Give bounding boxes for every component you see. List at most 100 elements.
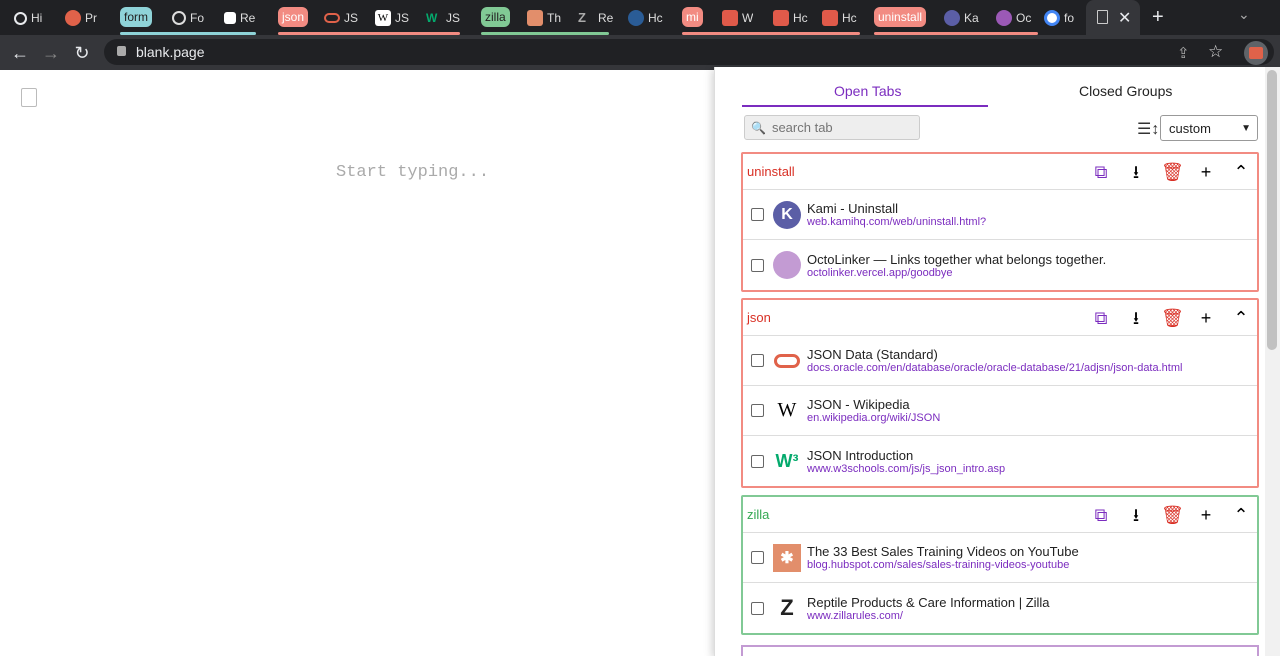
document-icon bbox=[21, 88, 37, 107]
list-item[interactable]: W³ JSON Introduction www.w3schools.com/js… bbox=[743, 436, 1257, 486]
back-button[interactable]: ← bbox=[8, 41, 32, 65]
tab-group-mi[interactable]: mi bbox=[682, 7, 703, 27]
address-bar[interactable] bbox=[104, 39, 1274, 65]
browser-tab[interactable]: W JS bbox=[426, 6, 460, 30]
tab-group-uninstall[interactable]: uninstall bbox=[874, 7, 927, 27]
open-external-icon[interactable]: ⧉ bbox=[1091, 162, 1111, 182]
add-icon[interactable]: + bbox=[1196, 162, 1216, 182]
browser-tab[interactable]: W bbox=[722, 6, 753, 30]
group-name[interactable]: uninstall bbox=[747, 164, 795, 179]
select-checkbox[interactable] bbox=[751, 404, 764, 417]
browser-tab[interactable]: W JS bbox=[375, 6, 409, 30]
add-icon[interactable]: + bbox=[1196, 505, 1216, 525]
group-name[interactable]: zilla bbox=[747, 507, 769, 522]
w3-icon: W bbox=[426, 11, 438, 25]
group-header: uninstall ⧉ ⭳ 🗑 + ⌃ bbox=[743, 154, 1257, 190]
tab-manager-popup: Open Tabs Closed Groups 🔍 ☰↕ custom▼ uni… bbox=[714, 67, 1267, 656]
group-card-uninstall: uninstall ⧉ ⭳ 🗑 + ⌃ K Kami - Uninstall we… bbox=[741, 152, 1259, 292]
kami-icon bbox=[944, 10, 960, 26]
tab-search-icon[interactable]: ⌄ bbox=[1238, 6, 1250, 23]
browser-tab[interactable]: Fo bbox=[172, 6, 204, 30]
url-text[interactable]: blank.page bbox=[136, 44, 205, 60]
select-checkbox[interactable] bbox=[751, 208, 764, 221]
zilla-icon: Z bbox=[780, 595, 794, 620]
collapse-icon[interactable]: ⌃ bbox=[1231, 308, 1251, 328]
list-item[interactable]: JSON Data (Standard) docs.oracle.com/en/d… bbox=[743, 336, 1257, 386]
item-title[interactable]: OctoLinker — Links together what belongs… bbox=[807, 252, 1106, 267]
browser-tab[interactable]: Hc bbox=[822, 6, 857, 30]
download-icon[interactable]: ⭳ bbox=[1126, 162, 1146, 182]
tab-open-tabs[interactable]: Open Tabs bbox=[834, 83, 901, 99]
download-icon[interactable]: ⭳ bbox=[1126, 505, 1146, 525]
browser-tab[interactable]: JS bbox=[324, 6, 358, 30]
delete-icon[interactable]: 🗑 bbox=[1161, 505, 1184, 525]
reload-button[interactable]: ↻ bbox=[70, 41, 94, 65]
open-external-icon[interactable]: ⧉ bbox=[1091, 505, 1111, 525]
download-icon[interactable]: ⭳ bbox=[1126, 308, 1146, 328]
item-title[interactable]: Kami - Uninstall bbox=[807, 201, 986, 216]
collapse-icon[interactable]: ⌃ bbox=[1231, 505, 1251, 525]
sort-icon[interactable]: ☰↕ bbox=[1137, 119, 1159, 139]
item-title[interactable]: JSON Data (Standard) bbox=[807, 347, 1182, 362]
tab-group-json[interactable]: json bbox=[278, 7, 309, 27]
select-checkbox[interactable] bbox=[751, 258, 764, 272]
item-title[interactable]: JSON - Wikipedia bbox=[807, 397, 940, 412]
item-url: web.kamihq.com/web/uninstall.html? bbox=[807, 216, 987, 228]
group-header: zilla ⧉ ⭳ 🗑 + ⌃ bbox=[743, 497, 1257, 533]
list-item[interactable]: K Kami - Uninstall web.kamihq.com/web/uni… bbox=[743, 190, 1257, 240]
browser-tab[interactable]: Oc bbox=[996, 6, 1031, 30]
active-tab[interactable]: ✕ bbox=[1086, 0, 1140, 35]
hubspot-icon bbox=[527, 10, 543, 26]
bookmark-star-icon[interactable]: ☆ bbox=[1208, 42, 1223, 62]
collapse-icon[interactable]: ⌃ bbox=[1231, 162, 1251, 182]
tab-group-form[interactable]: form bbox=[120, 7, 152, 27]
select-checkbox[interactable] bbox=[751, 551, 764, 564]
browser-tab[interactable]: Re bbox=[224, 6, 255, 30]
w3-icon: W³ bbox=[775, 450, 799, 471]
forward-button[interactable]: → bbox=[39, 41, 63, 65]
editor-placeholder[interactable]: Start typing... bbox=[336, 163, 489, 182]
item-title[interactable]: The 33 Best Sales Training Videos on You… bbox=[807, 544, 1079, 559]
item-title[interactable]: Reptile Products & Care Information | Zi… bbox=[807, 595, 1050, 610]
group-header: json ⧉ ⭳ 🗑 + ⌃ bbox=[743, 300, 1257, 336]
item-url: octolinker.vercel.app/goodbye bbox=[807, 266, 953, 279]
select-checkbox[interactable] bbox=[751, 454, 764, 468]
browser-tab[interactable]: Hc bbox=[628, 6, 663, 30]
close-tab-icon[interactable]: ✕ bbox=[1118, 8, 1131, 28]
browser-tab[interactable]: Th bbox=[527, 6, 561, 30]
list-item[interactable]: OctoLinker — Links together what belongs… bbox=[743, 240, 1257, 290]
item-title[interactable]: JSON Introduction bbox=[807, 448, 1005, 463]
new-tab-button[interactable]: + bbox=[1152, 6, 1164, 29]
zilla-icon: Z bbox=[578, 10, 586, 25]
list-item[interactable]: ✱ The 33 Best Sales Training Videos on Y… bbox=[743, 533, 1257, 583]
list-item[interactable]: Z Reptile Products & Care Information | … bbox=[743, 583, 1257, 633]
group-name[interactable]: json bbox=[747, 310, 771, 325]
item-url: blog.hubspot.com/sales/sales-training-vi… bbox=[807, 559, 1070, 571]
mi-icon bbox=[822, 10, 838, 26]
tab-group-zilla[interactable]: zilla bbox=[481, 7, 510, 27]
list-item[interactable]: W JSON - Wikipedia en.wikipedia.org/wiki/… bbox=[743, 386, 1257, 436]
oracle-icon bbox=[773, 347, 801, 375]
sort-select[interactable]: custom ▼ bbox=[1160, 115, 1258, 141]
browser-tab[interactable]: Ka bbox=[944, 6, 979, 30]
add-icon[interactable]: + bbox=[1196, 308, 1216, 328]
browser-tab[interactable]: fo bbox=[1044, 6, 1074, 30]
search-icon: 🔍 bbox=[751, 120, 766, 135]
extension-icon[interactable] bbox=[1244, 41, 1268, 65]
browser-tab[interactable]: Hi bbox=[14, 6, 42, 30]
select-checkbox[interactable] bbox=[751, 354, 764, 367]
browser-tab[interactable]: Pr bbox=[65, 6, 97, 30]
arrow-icon bbox=[628, 10, 644, 26]
tab-closed-groups[interactable]: Closed Groups bbox=[1079, 83, 1172, 99]
share-icon[interactable]: ⇪ bbox=[1177, 44, 1190, 62]
delete-icon[interactable]: 🗑 bbox=[1161, 162, 1184, 182]
browser-tab[interactable]: Z Re bbox=[578, 6, 613, 30]
browser-tab[interactable]: Hc bbox=[773, 6, 808, 30]
open-external-icon[interactable]: ⧉ bbox=[1091, 308, 1111, 328]
search-input[interactable] bbox=[769, 119, 910, 136]
select-checkbox[interactable] bbox=[751, 601, 764, 615]
scrollbar-thumb[interactable] bbox=[1267, 70, 1277, 350]
delete-icon[interactable]: 🗑 bbox=[1161, 308, 1184, 328]
group-card-json: json ⧉ ⭳ 🗑 + ⌃ JSON Data (Standard) docs.… bbox=[741, 298, 1259, 488]
wikipedia-icon: W bbox=[777, 399, 797, 421]
